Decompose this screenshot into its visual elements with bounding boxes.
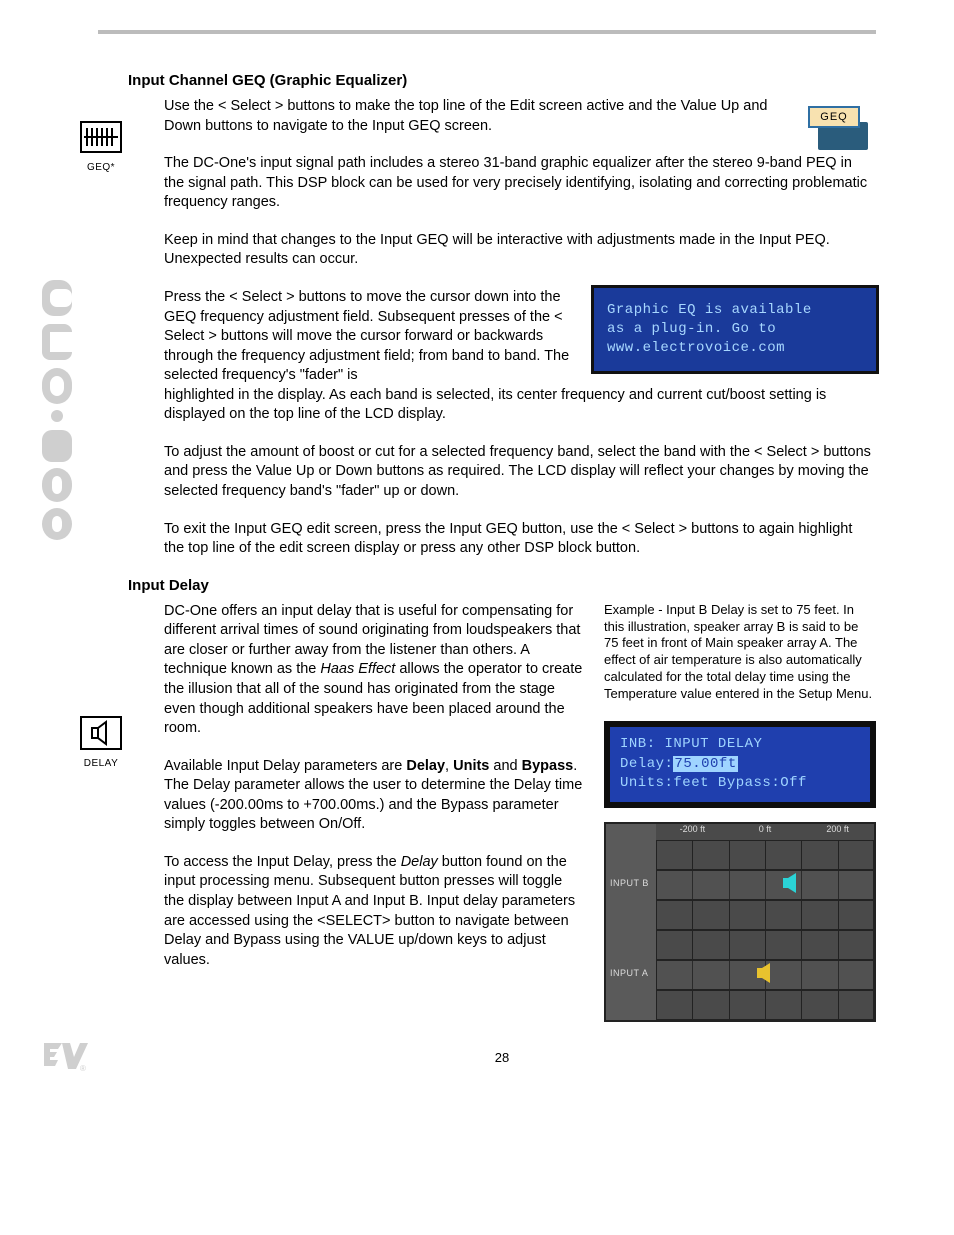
geq-p5: To adjust the amount of boost or cut for… <box>164 443 876 502</box>
ev-logo: ® <box>42 1039 88 1077</box>
geq-p1: Use the < Select > buttons to make the t… <box>164 97 876 136</box>
delay-lcd-line1: INB: INPUT DELAY <box>620 735 860 755</box>
grid-row-a: INPUT A <box>610 968 648 978</box>
delay-diagram: -200 ft 0 ft 200 ft INPUT B INPUT A <box>604 822 876 1022</box>
geq-heading: Input Channel GEQ (Graphic Equalizer) <box>128 72 876 89</box>
geq-lcd-line1: Graphic EQ is available <box>607 301 863 320</box>
grid-row-b: INPUT B <box>610 878 649 888</box>
speaker-a-icon <box>756 962 774 984</box>
geq-lcd-line3: www.electrovoice.com <box>607 339 863 358</box>
delay-lcd: INB: INPUT DELAY Delay:75.00ft Units:fee… <box>604 721 876 808</box>
geq-lcd-line2: as a plug-in. Go to <box>607 320 863 339</box>
grid-h1: -200 ft <box>656 824 729 840</box>
geq-icon-caption: GEQ* <box>78 162 124 173</box>
speaker-b-icon <box>782 872 800 894</box>
geq-lcd: Graphic EQ is available as a plug-in. Go… <box>594 288 876 371</box>
delay-heading: Input Delay <box>128 577 876 594</box>
delay-lcd-line3: Units:feet Bypass:Off <box>620 774 860 794</box>
geq-badge: GEQ <box>806 104 876 156</box>
delay-icon-caption: DELAY <box>78 758 124 769</box>
delay-example-text: Example - Input B Delay is set to 75 fee… <box>604 602 876 703</box>
geq-p2: The DC-One's input signal path includes … <box>164 154 876 213</box>
grid-h3: 200 ft <box>801 824 874 840</box>
delay-icon: DELAY <box>78 714 124 769</box>
geq-badge-label: GEQ <box>808 106 860 128</box>
geq-p6: To exit the Input GEQ edit screen, press… <box>164 520 876 559</box>
svg-text:®: ® <box>80 1064 86 1073</box>
page-number: 28 <box>128 1050 876 1065</box>
grid-h2: 0 ft <box>729 824 802 840</box>
geq-p4b: highlighted in the display. As each band… <box>164 386 876 425</box>
delay-lcd-line2: Delay:75.00ft <box>620 755 860 775</box>
divider <box>98 30 876 34</box>
geq-icon: GEQ* <box>78 118 124 173</box>
geq-p3: Keep in mind that changes to the Input G… <box>164 231 876 270</box>
dcone-logo <box>32 280 82 540</box>
